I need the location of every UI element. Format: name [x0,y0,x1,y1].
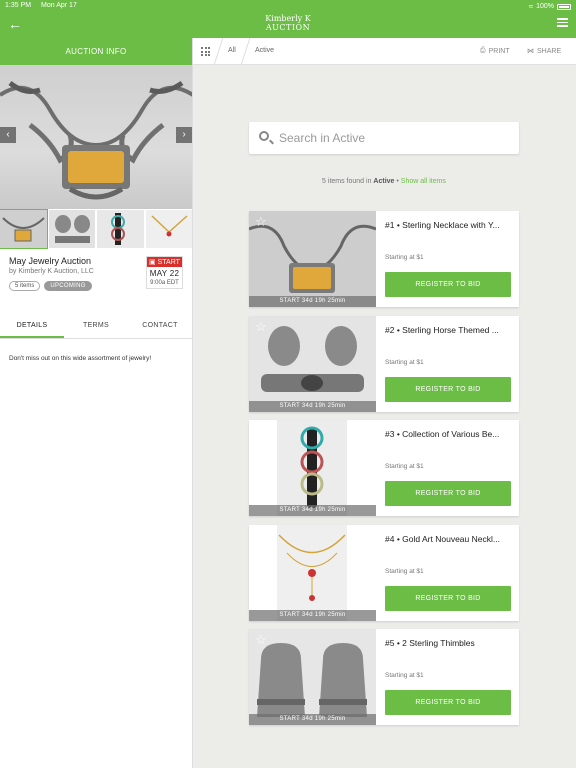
logo-line1: Kimberly K [265,14,311,23]
results-summary: 5 items found in Active • Show all items [249,178,519,185]
start-time: 9:00a EDT [150,280,179,286]
lot-title[interactable]: #2 • Sterling Horse Themed ... [385,325,513,335]
thumbnail-1[interactable] [0,209,48,249]
start-label: START [157,259,180,266]
necklace-photo [0,80,192,200]
status-date: Mon Apr 17 [41,2,77,9]
auction-badges: 5 items UPCOMING [9,281,92,291]
start-date-box: ▣ START MAY 22 9:00a EDT [146,256,183,289]
thumbnail-4[interactable] [145,210,192,248]
lot-starting-price: Starting at $1 [385,359,424,366]
main-photo: ‹ › [0,65,192,209]
tab-contact[interactable]: CONTACT [128,313,192,338]
lot-timer: START 34d 19h 25min [249,610,376,621]
thumbnail-3[interactable] [97,210,144,248]
lot-title[interactable]: #1 • Sterling Necklace with Y... [385,220,513,230]
start-header: ▣ START [147,257,182,267]
hamburger-menu-icon[interactable] [557,18,568,29]
share-button[interactable]: ⋈ SHARE [527,47,562,56]
lot-card[interactable]: START 34d 19h 25min ☆ ⋈ #3 • Collection … [249,420,519,516]
tab-details[interactable]: DETAILS [0,313,64,338]
search-box [249,122,519,154]
auction-info-tab[interactable]: AUCTION INFO [0,38,192,65]
app-header: 1:35 PM Mon Apr 17 ≈ 100% ← Kimberly K A… [0,0,576,38]
lot-image[interactable]: START 34d 19h 25min [249,316,376,412]
print-label: PRINT [488,47,510,55]
auction-seller[interactable]: by Kimberly K Auction, LLC [9,268,94,275]
star-icon[interactable]: ☆ [255,529,267,542]
lot-card[interactable]: START 34d 19h 25min ☆ ⋈ #2 • Sterling Ho… [249,316,519,412]
battery-icon [557,3,571,10]
lot-starting-price: Starting at $1 [385,568,424,575]
photo-next-button[interactable]: › [176,127,192,143]
share-label: SHARE [537,47,562,55]
lot-card[interactable]: START 34d 19h 25min ☆ ⋈ #4 • Gold Art No… [249,525,519,621]
lot-title[interactable]: #3 • Collection of Various Be... [385,429,513,439]
logo-line2: AUCTION [265,23,311,32]
lot-image[interactable]: START 34d 19h 25min [249,211,376,307]
status-time: 1:35 PM [5,2,32,9]
share-icon: ⋈ [527,48,534,55]
battery-level: 100% [536,3,554,10]
lot-image[interactable]: START 34d 19h 25min [249,629,376,725]
star-icon[interactable]: ☆ [255,215,267,228]
photo-prev-button[interactable]: ‹ [0,127,16,143]
wifi-icon: ≈ [528,2,534,11]
lot-timer: START 34d 19h 25min [249,401,376,412]
brand-logo: Kimberly K AUCTION [0,14,576,32]
results-scope: Active [373,178,395,185]
status-bar-left: 1:35 PM Mon Apr 17 [5,2,85,9]
printer-icon: ⎙ [480,47,486,54]
lot-starting-price: Starting at $1 [385,254,424,261]
lot-card[interactable]: START 34d 19h 25min ☆ ⋈ #5 • 2 Sterling … [249,629,519,725]
lot-starting-price: Starting at $1 [385,672,424,679]
status-bar-right: ≈ 100% [529,2,571,11]
star-icon[interactable]: ☆ [255,424,267,437]
tab-terms[interactable]: TERMS [64,313,128,338]
info-tabs: DETAILS TERMS CONTACT [0,313,192,339]
star-icon[interactable]: ☆ [255,633,267,646]
breadcrumb-active[interactable]: Active [255,47,274,54]
results-prefix: 5 items found in [322,178,372,185]
grid-view-icon[interactable] [201,47,210,56]
details-text: Don't miss out on this wide assortment o… [9,355,152,362]
item-count-badge: 5 items [9,281,41,291]
calendar-icon: ▣ [149,259,156,266]
lot-image[interactable]: START 34d 19h 25min [249,420,376,516]
start-date: MAY 22 [149,269,180,278]
breadcrumb-all[interactable]: All [228,47,236,54]
lot-timer: START 34d 19h 25min [249,296,376,307]
lot-title[interactable]: #5 • 2 Sterling Thimbles [385,638,513,648]
catalog-toolbar: All Active ⎙ PRINT ⋈ SHARE [193,38,576,65]
auction-info-panel: AUCTION INFO ‹ › May Jewelry Auction by … [0,38,193,768]
show-all-items-link[interactable]: Show all items [401,178,446,185]
register-to-bid-button[interactable]: REGISTER TO BID [385,272,511,297]
register-to-bid-button[interactable]: REGISTER TO BID [385,481,511,506]
lot-image[interactable]: START 34d 19h 25min [249,525,376,621]
print-button[interactable]: ⎙ PRINT [480,47,510,55]
lot-timer: START 34d 19h 25min [249,505,376,516]
lot-title[interactable]: #4 • Gold Art Nouveau Neckl... [385,534,513,544]
thumbnail-2[interactable] [48,210,95,248]
register-to-bid-button[interactable]: REGISTER TO BID [385,690,511,715]
auction-title: May Jewelry Auction [9,256,92,266]
lot-starting-price: Starting at $1 [385,463,424,470]
thumbnail-strip [0,209,192,249]
lot-timer: START 34d 19h 25min [249,714,376,725]
search-input[interactable] [279,129,509,147]
register-to-bid-button[interactable]: REGISTER TO BID [385,377,511,402]
status-badge: UPCOMING [44,281,92,291]
register-to-bid-button[interactable]: REGISTER TO BID [385,586,511,611]
results-separator: • [396,178,399,185]
lot-card[interactable]: START 34d 19h 25min ☆ ⋈ #1 • Sterling Ne… [249,211,519,307]
star-icon[interactable]: ☆ [255,320,267,333]
search-icon [259,131,269,141]
